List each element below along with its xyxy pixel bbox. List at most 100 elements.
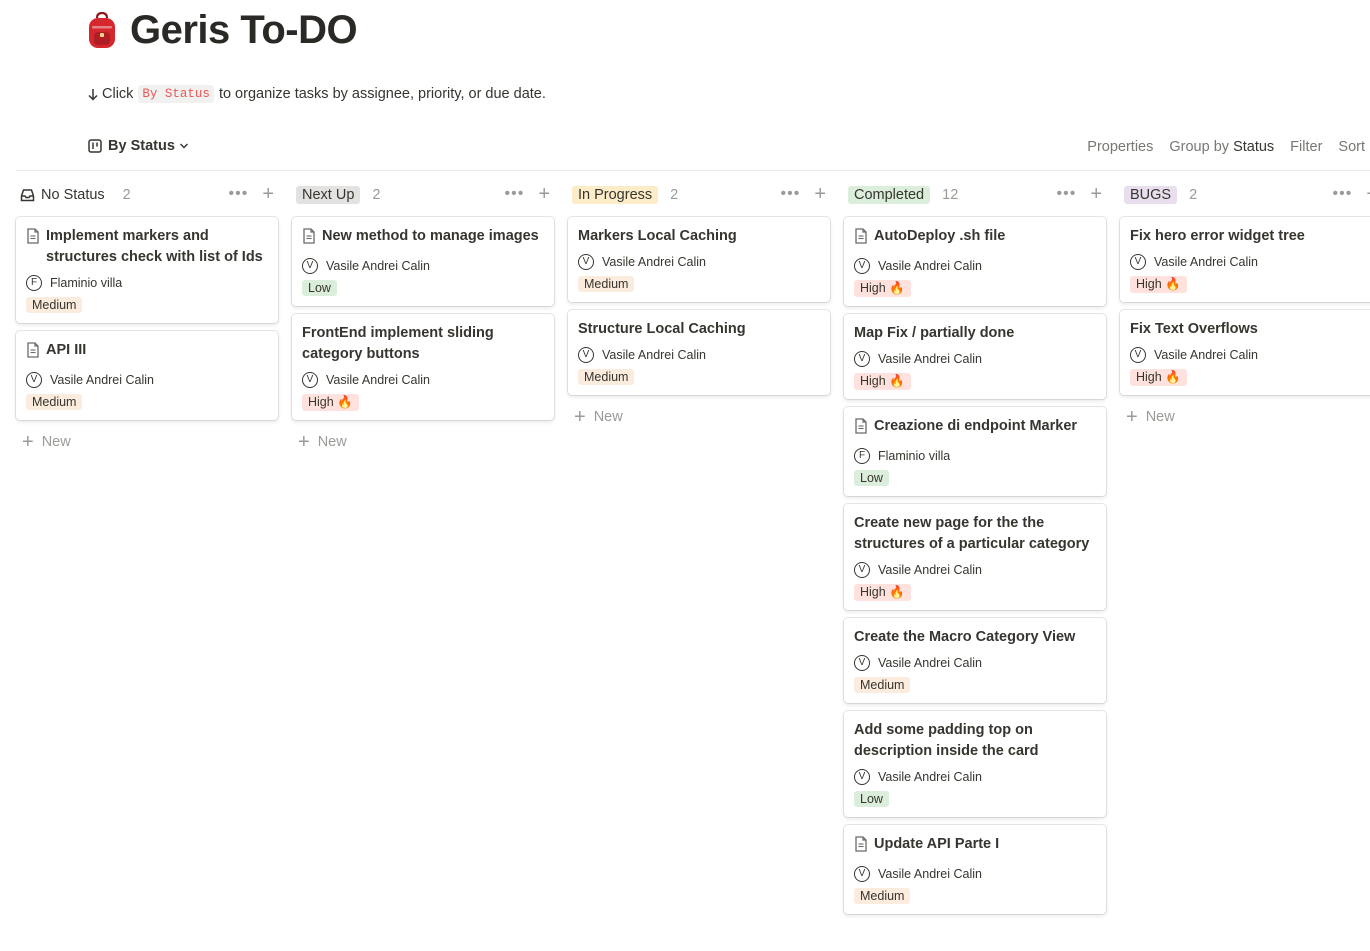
more-options-icon[interactable]: ••• xyxy=(1333,185,1353,203)
column-count: 12 xyxy=(942,187,959,203)
task-card[interactable]: Fix Text Overflows V Vasile Andrei Calin Hi… xyxy=(1120,310,1370,395)
task-card[interactable]: Markers Local Caching V Vasile Andrei Cali… xyxy=(568,217,830,302)
task-card[interactable]: Create the Macro Category View V Vasile An… xyxy=(844,618,1106,703)
add-card-icon[interactable]: + xyxy=(262,184,274,204)
column-actions: ••• + xyxy=(229,184,275,204)
sort-button[interactable]: Sort xyxy=(1338,139,1365,155)
column-actions: ••• + xyxy=(1333,184,1370,204)
card-title: Structure Local Caching xyxy=(578,321,746,337)
column-header[interactable]: BUGS 2 ••• + xyxy=(1120,183,1370,207)
board-column: BUGS 2 ••• + Fix hero error widget tree V Vasi… xyxy=(1120,183,1370,431)
document-icon xyxy=(26,228,40,268)
avatar: V xyxy=(854,655,870,671)
card-list: Markers Local Caching V Vasile Andrei Cali… xyxy=(568,217,830,395)
column-header[interactable]: No Status 2 ••• + xyxy=(16,183,278,207)
card-list: AutoDeploy .sh file V Vasile Andrei Calin H… xyxy=(844,217,1106,914)
assignee-name: Vasile Andrei Calin xyxy=(602,348,706,362)
card-title-row: AutoDeploy .sh file xyxy=(854,226,1096,251)
card-title: Markers Local Caching xyxy=(578,228,737,244)
group-by-value: Status xyxy=(1233,139,1275,155)
avatar: V xyxy=(854,562,870,578)
task-card[interactable]: Create new page for the the structures o… xyxy=(844,504,1106,610)
card-list: New method to manage images V Vasile Andre… xyxy=(292,217,554,420)
add-card-icon[interactable]: + xyxy=(1090,184,1102,204)
new-card-button[interactable]: + New xyxy=(1120,403,1370,431)
card-list: Implement markers and structures check w… xyxy=(16,217,278,420)
add-card-icon[interactable]: + xyxy=(814,184,826,204)
assignee-name: Vasile Andrei Calin xyxy=(878,770,982,784)
document-icon xyxy=(26,342,40,365)
card-title-row: Create the Macro Category View xyxy=(854,627,1096,648)
card-assignee: V Vasile Andrei Calin xyxy=(1130,254,1370,270)
new-label: New xyxy=(41,434,71,450)
new-card-button[interactable]: + New xyxy=(568,403,830,431)
more-options-icon[interactable]: ••• xyxy=(1057,185,1077,203)
board-icon xyxy=(88,139,102,153)
card-title-row: Add some padding top on description insi… xyxy=(854,720,1096,762)
add-card-icon[interactable]: + xyxy=(538,184,550,204)
column-count: 2 xyxy=(670,187,679,203)
page-title: Geris To-DO xyxy=(130,8,358,52)
card-assignee: V Vasile Andrei Calin xyxy=(26,372,268,388)
column-title: BUGS xyxy=(1124,186,1178,204)
column-header[interactable]: Next Up 2 ••• + xyxy=(292,183,554,207)
view-selector[interactable]: By Status xyxy=(88,138,189,154)
column-header[interactable]: Completed 12 ••• + xyxy=(844,183,1106,207)
card-title: Fix hero error widget tree xyxy=(1130,228,1305,244)
card-assignee: F Flaminio villa xyxy=(854,448,1096,464)
card-title: FrontEnd implement sliding category butt… xyxy=(302,325,494,362)
card-list: Fix hero error widget tree V Vasile Andrei… xyxy=(1120,217,1370,395)
assignee-name: Vasile Andrei Calin xyxy=(602,255,706,269)
assignee-name: Flaminio villa xyxy=(878,449,951,463)
task-card[interactable]: Implement markers and structures check w… xyxy=(16,217,278,323)
column-actions: ••• + xyxy=(781,184,827,204)
board-column: No Status 2 ••• + Implement markers and stru… xyxy=(16,183,278,456)
task-card[interactable]: Fix hero error widget tree V Vasile Andrei… xyxy=(1120,217,1370,302)
avatar: V xyxy=(854,351,870,367)
more-options-icon[interactable]: ••• xyxy=(229,185,249,203)
card-assignee: V Vasile Andrei Calin xyxy=(854,866,1096,882)
backpack-icon[interactable] xyxy=(86,11,118,50)
card-title: New method to manage images xyxy=(322,228,539,244)
card-assignee: V Vasile Andrei Calin xyxy=(302,372,544,388)
task-card[interactable]: Update API Parte I V Vasile Andrei Calin Me… xyxy=(844,825,1106,914)
priority-tag: High 🔥 xyxy=(854,280,911,297)
task-card[interactable]: Add some padding top on description insi… xyxy=(844,711,1106,817)
assignee-name: Vasile Andrei Calin xyxy=(878,656,982,670)
column-count: 2 xyxy=(1189,187,1198,203)
more-options-icon[interactable]: ••• xyxy=(781,185,801,203)
column-count: 2 xyxy=(372,187,381,203)
new-card-button[interactable]: + New xyxy=(292,428,554,456)
properties-button[interactable]: Properties xyxy=(1087,139,1153,155)
task-card[interactable]: Map Fix / partially done V Vasile Andrei C… xyxy=(844,314,1106,399)
card-title-row: Creazione di endpoint Marker xyxy=(854,416,1096,441)
column-title: In Progress xyxy=(572,186,659,204)
filter-button[interactable]: Filter xyxy=(1290,139,1322,155)
page-header: Geris To-DO xyxy=(86,8,358,53)
avatar: V xyxy=(302,258,318,274)
avatar: V xyxy=(1130,347,1146,363)
task-card[interactable]: Structure Local Caching V Vasile Andrei Ca… xyxy=(568,310,830,395)
priority-tag: Medium xyxy=(26,297,83,313)
group-by-button[interactable]: Group by Status xyxy=(1169,139,1274,155)
more-options-icon[interactable]: ••• xyxy=(505,185,525,203)
task-card[interactable]: Creazione di endpoint Marker F Flaminio vi… xyxy=(844,407,1106,496)
view-name: By Status xyxy=(108,138,175,154)
card-title-row: Markers Local Caching xyxy=(578,226,820,247)
assignee-name: Vasile Andrei Calin xyxy=(1154,255,1258,269)
card-assignee: V Vasile Andrei Calin xyxy=(854,769,1096,785)
task-card[interactable]: API III V Vasile Andrei Calin Medium xyxy=(16,331,278,420)
card-title-row: Structure Local Caching xyxy=(578,319,820,340)
inbox-icon xyxy=(20,188,35,202)
task-card[interactable]: New method to manage images V Vasile Andre… xyxy=(292,217,554,306)
task-card[interactable]: FrontEnd implement sliding category butt… xyxy=(292,314,554,420)
arrow-down-icon xyxy=(88,88,98,101)
card-title-row: Map Fix / partially done xyxy=(854,323,1096,344)
task-card[interactable]: AutoDeploy .sh file V Vasile Andrei Calin H… xyxy=(844,217,1106,306)
new-card-button[interactable]: + New xyxy=(16,428,278,456)
card-title: Create new page for the the structures o… xyxy=(854,515,1090,552)
add-card-icon[interactable]: + xyxy=(1366,184,1370,204)
column-header[interactable]: In Progress 2 ••• + xyxy=(568,183,830,207)
priority-tag: Medium xyxy=(854,677,911,693)
assignee-name: Vasile Andrei Calin xyxy=(878,259,982,273)
